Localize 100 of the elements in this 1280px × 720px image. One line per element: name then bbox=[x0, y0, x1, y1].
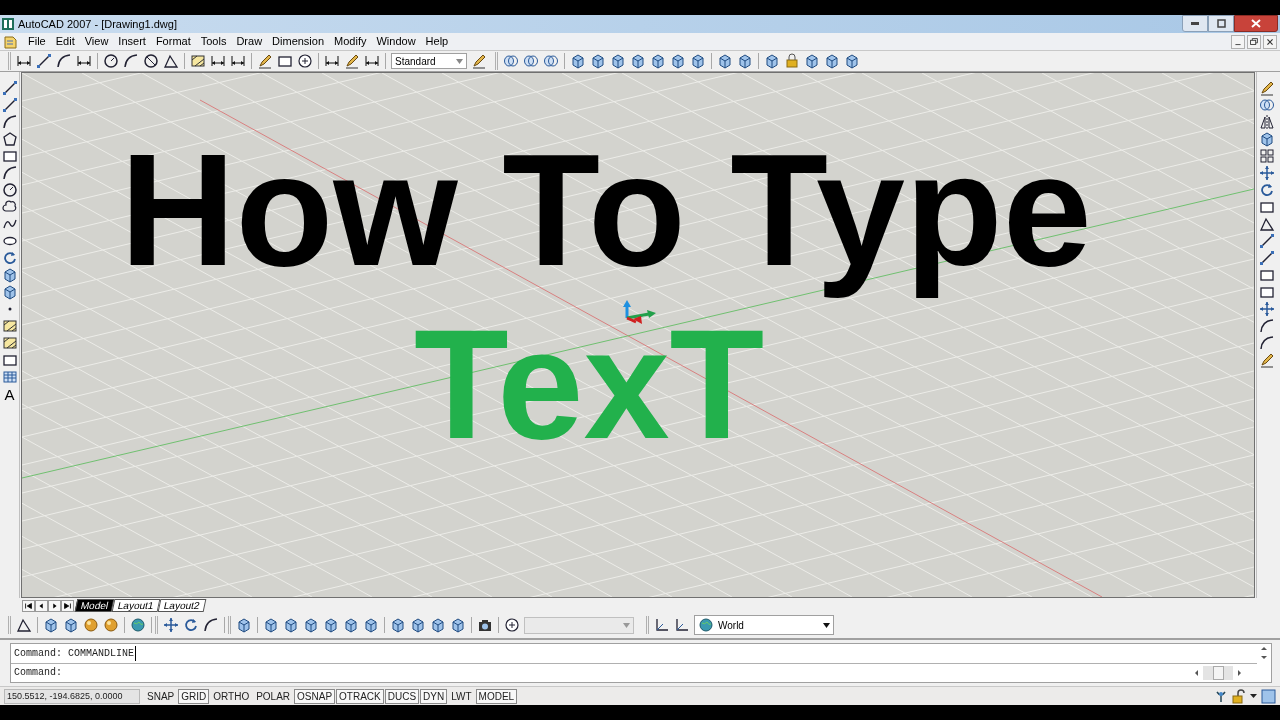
rotate-icon[interactable] bbox=[1, 250, 18, 266]
cube-icon[interactable] bbox=[343, 617, 359, 633]
command-window[interactable]: Command: COMMANDLINE Command: bbox=[10, 643, 1272, 683]
layout-tab[interactable]: Model bbox=[74, 599, 115, 612]
cube-icon[interactable] bbox=[590, 53, 606, 69]
ucs-dropdown[interactable]: World bbox=[694, 615, 834, 635]
move-icon[interactable] bbox=[163, 617, 179, 633]
camera-icon[interactable] bbox=[477, 617, 493, 633]
scroll-down-icon[interactable] bbox=[1259, 653, 1269, 662]
cube-icon[interactable] bbox=[610, 53, 626, 69]
next-tab-icon[interactable] bbox=[48, 600, 61, 612]
menu-item[interactable]: Draw bbox=[231, 33, 268, 50]
hatch-icon[interactable] bbox=[1, 318, 18, 334]
last-tab-icon[interactable] bbox=[61, 600, 74, 612]
axes-icon[interactable] bbox=[674, 617, 690, 633]
axes-icon[interactable] bbox=[654, 617, 670, 633]
circle-icon[interactable] bbox=[504, 617, 520, 633]
cube-icon[interactable] bbox=[450, 617, 466, 633]
move-icon[interactable] bbox=[1258, 301, 1275, 317]
dimension-icon[interactable] bbox=[76, 53, 92, 69]
status-toggle[interactable]: OSNAP bbox=[294, 688, 336, 704]
status-toggle[interactable]: OTRACK bbox=[336, 688, 384, 704]
rotate-icon[interactable] bbox=[1258, 182, 1275, 198]
cube-icon[interactable] bbox=[410, 617, 426, 633]
status-toggle[interactable]: ORTHO bbox=[210, 688, 253, 704]
globe-icon[interactable] bbox=[130, 617, 146, 633]
hatch-icon[interactable] bbox=[190, 53, 206, 69]
cube-icon[interactable] bbox=[430, 617, 446, 633]
line-icon[interactable] bbox=[1258, 250, 1275, 266]
caret-icon[interactable] bbox=[1249, 692, 1258, 700]
sphere-icon[interactable] bbox=[83, 617, 99, 633]
status-toggle[interactable]: DUCS bbox=[384, 688, 420, 704]
previous-tab-icon[interactable] bbox=[35, 600, 48, 612]
cube-icon[interactable] bbox=[690, 53, 706, 69]
close-button[interactable] bbox=[1234, 15, 1278, 32]
arc-icon[interactable] bbox=[1, 114, 18, 130]
rectangle-icon[interactable] bbox=[1258, 199, 1275, 215]
cube-icon[interactable] bbox=[1, 267, 18, 283]
menu-item[interactable]: Window bbox=[371, 33, 421, 50]
line-icon[interactable] bbox=[36, 53, 52, 69]
horizontal-scrollbar[interactable] bbox=[1203, 665, 1233, 680]
arc-icon[interactable] bbox=[1258, 318, 1275, 334]
circle-icon[interactable] bbox=[103, 53, 119, 69]
cube-icon[interactable] bbox=[283, 617, 299, 633]
arc-icon[interactable] bbox=[203, 617, 219, 633]
line-icon[interactable] bbox=[1, 80, 18, 96]
circle-icon[interactable] bbox=[297, 53, 313, 69]
status-toggle[interactable]: GRID bbox=[178, 688, 210, 704]
hatch-icon[interactable] bbox=[1, 335, 18, 351]
restore-icon[interactable] bbox=[1247, 34, 1261, 49]
menu-item[interactable]: Help bbox=[420, 33, 454, 50]
status-toggle[interactable]: MODEL bbox=[475, 688, 518, 704]
rectangle-icon[interactable] bbox=[1258, 284, 1275, 300]
maximize-button[interactable] bbox=[1208, 15, 1234, 32]
dimension-icon[interactable] bbox=[210, 53, 226, 69]
minimize-button[interactable] bbox=[1182, 15, 1208, 32]
first-tab-icon[interactable] bbox=[22, 600, 35, 612]
rings-icon[interactable] bbox=[523, 53, 539, 69]
menu-item[interactable]: Dimension bbox=[267, 33, 330, 50]
cube-icon[interactable] bbox=[263, 617, 279, 633]
status-toggle[interactable]: LWT bbox=[448, 688, 475, 704]
cube-icon[interactable] bbox=[650, 53, 666, 69]
rectangle-icon[interactable] bbox=[1, 352, 18, 368]
arc-icon[interactable] bbox=[1, 165, 18, 181]
cube-icon[interactable] bbox=[570, 53, 586, 69]
text-style-dropdown[interactable]: Standard bbox=[391, 53, 467, 69]
dimension-icon[interactable] bbox=[16, 53, 32, 69]
line-icon[interactable] bbox=[1258, 233, 1275, 249]
menu-item[interactable]: Format bbox=[150, 33, 196, 50]
mirror-icon[interactable] bbox=[1258, 114, 1275, 130]
arc-icon[interactable] bbox=[123, 53, 139, 69]
cube-icon[interactable] bbox=[236, 617, 252, 633]
rectangle-icon[interactable] bbox=[1, 148, 18, 164]
pencil-icon[interactable] bbox=[1258, 352, 1275, 368]
pencil-icon[interactable] bbox=[344, 53, 360, 69]
menu-item[interactable]: View bbox=[79, 33, 114, 50]
layout-tab[interactable]: Layout2 bbox=[157, 599, 206, 612]
move-icon[interactable] bbox=[1258, 165, 1275, 181]
lock-icon[interactable] bbox=[784, 53, 800, 69]
sphere-icon[interactable] bbox=[103, 617, 119, 633]
array-icon[interactable] bbox=[1258, 148, 1275, 164]
menu-item[interactable]: File bbox=[23, 33, 51, 50]
status-toggle[interactable]: POLAR bbox=[253, 688, 294, 704]
dimension-icon[interactable] bbox=[230, 53, 246, 69]
cube-icon[interactable] bbox=[390, 617, 406, 633]
circle-icon[interactable] bbox=[143, 53, 159, 69]
circle-icon[interactable] bbox=[1, 182, 18, 198]
cube-icon[interactable] bbox=[737, 53, 753, 69]
cube-icon[interactable] bbox=[844, 53, 860, 69]
table-icon[interactable] bbox=[1, 369, 18, 385]
drawing-canvas[interactable]: How To Type TexT bbox=[21, 72, 1255, 598]
close-icon[interactable] bbox=[1263, 34, 1277, 49]
cube-icon[interactable] bbox=[764, 53, 780, 69]
status-toggle[interactable]: SNAP bbox=[144, 688, 178, 704]
rotate-icon[interactable] bbox=[183, 617, 199, 633]
dimension-icon[interactable] bbox=[324, 53, 340, 69]
cloud-icon[interactable] bbox=[1, 199, 18, 215]
cube-icon[interactable] bbox=[1258, 131, 1275, 147]
layout-tab[interactable]: Layout1 bbox=[111, 599, 161, 612]
menu-item[interactable]: Insert bbox=[113, 33, 151, 50]
